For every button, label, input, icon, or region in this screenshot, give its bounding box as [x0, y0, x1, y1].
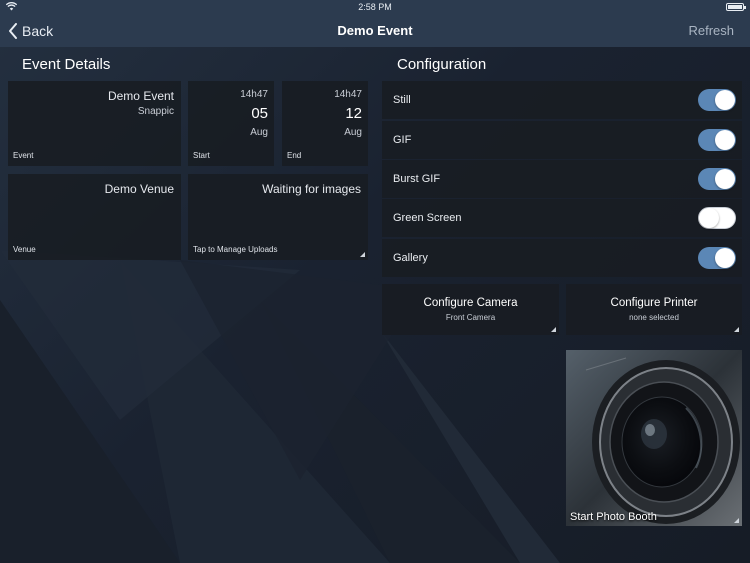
configure-printer-button[interactable]: Configure Printer none selected	[566, 284, 742, 335]
event-details-heading: Event Details	[22, 56, 111, 73]
wifi-icon	[6, 2, 17, 11]
start-tile[interactable]: 14h47 05 Aug Start	[188, 81, 274, 166]
uploads-status: Waiting for images	[262, 182, 361, 196]
end-time: 14h47	[334, 89, 362, 100]
corner-arrow-icon	[551, 327, 556, 332]
status-bar: 2:58 PM	[0, 0, 750, 14]
config-row-gallery: Gallery	[382, 239, 742, 277]
battery-icon	[726, 3, 746, 11]
start-day: 05	[251, 105, 268, 122]
configure-printer-label: Configure Printer	[610, 297, 698, 309]
config-label: Burst GIF	[393, 173, 441, 185]
config-label: Gallery	[393, 252, 428, 264]
end-month: Aug	[344, 127, 362, 138]
venue-name: Demo Venue	[104, 182, 174, 196]
config-row-still: Still	[382, 81, 742, 119]
config-label: GIF	[393, 134, 412, 146]
config-label: Still	[393, 94, 411, 106]
config-row-gif: GIF	[382, 121, 742, 159]
venue-caption: Venue	[13, 245, 36, 254]
event-tile[interactable]: Demo Event Snappic Event	[8, 81, 181, 166]
uploads-caption: Tap to Manage Uploads	[193, 245, 278, 254]
event-caption: Event	[13, 151, 34, 160]
start-caption: Start	[193, 151, 210, 160]
corner-arrow-icon	[360, 252, 365, 257]
printer-selection: none selected	[629, 313, 679, 322]
start-time: 14h47	[240, 89, 268, 100]
gif-toggle[interactable]	[698, 129, 736, 151]
green-screen-toggle[interactable]	[698, 207, 736, 229]
end-day: 12	[345, 105, 362, 122]
event-name: Demo Event	[107, 89, 174, 103]
refresh-button[interactable]: Refresh	[688, 14, 734, 47]
configuration-heading: Configuration	[397, 56, 487, 73]
navigation-bar: Back Demo Event Refresh	[0, 14, 750, 47]
still-toggle[interactable]	[698, 89, 736, 111]
config-row-burst-gif: Burst GIF	[382, 160, 742, 198]
start-month: Aug	[250, 127, 268, 138]
gallery-toggle[interactable]	[698, 247, 736, 269]
corner-arrow-icon	[734, 327, 739, 332]
start-photo-booth-label: Start Photo Booth	[570, 511, 657, 523]
configure-camera-label: Configure Camera	[423, 297, 518, 309]
venue-tile[interactable]: Demo Venue Venue	[8, 174, 181, 260]
status-time: 2:58 PM	[358, 2, 392, 12]
corner-arrow-icon	[734, 518, 739, 523]
burst-gif-toggle[interactable]	[698, 168, 736, 190]
camera-lens-image	[566, 350, 742, 526]
end-tile[interactable]: 14h47 12 Aug End	[282, 81, 368, 166]
config-row-green-screen: Green Screen	[382, 199, 742, 237]
configure-camera-button[interactable]: Configure Camera Front Camera	[382, 284, 559, 335]
config-label: Green Screen	[393, 212, 462, 224]
page-title: Demo Event	[337, 23, 413, 38]
camera-selection: Front Camera	[445, 313, 496, 322]
uploads-tile[interactable]: Waiting for images Tap to Manage Uploads	[188, 174, 368, 260]
event-organizer: Snappic	[137, 106, 174, 117]
start-photo-booth-button[interactable]: Start Photo Booth	[566, 350, 742, 526]
end-caption: End	[287, 151, 302, 160]
